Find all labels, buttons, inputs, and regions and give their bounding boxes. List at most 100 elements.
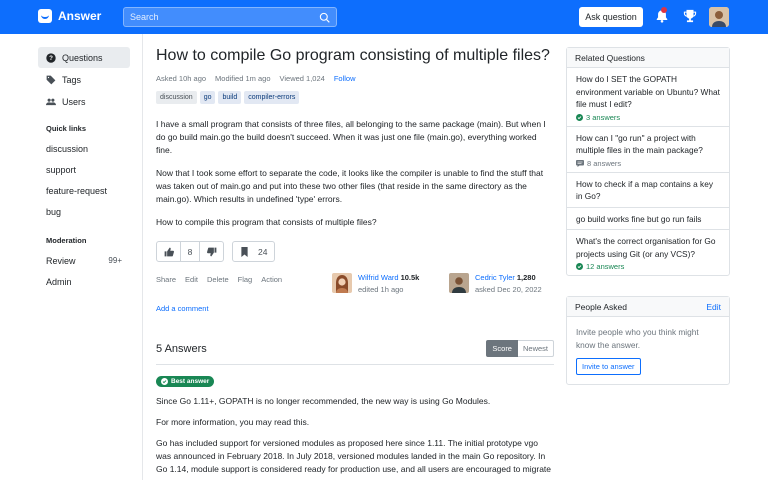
bookmark-icon	[241, 246, 248, 257]
question-paragraph: Now that I took some effort to separate …	[156, 168, 544, 204]
downvote-button[interactable]	[200, 242, 223, 261]
quick-links-heading: Quick links	[46, 124, 87, 133]
bookmark-button[interactable]: 24	[232, 241, 276, 262]
check-circle-icon	[576, 113, 583, 121]
answer-sort-toggle: Score Newest	[486, 340, 554, 357]
avatar-image-icon	[709, 7, 729, 27]
ask-question-button[interactable]: Ask question	[579, 7, 643, 27]
avatar-image-icon	[449, 273, 469, 293]
related-answer-count: 8 answers	[576, 159, 720, 168]
quick-link-bug[interactable]: bug	[38, 201, 130, 222]
related-question-item[interactable]: How do I SET the GOPATH environment vari…	[567, 68, 729, 127]
people-asked-title: People Asked	[575, 301, 627, 312]
related-question-title[interactable]: go build works fine but go run fails	[576, 213, 720, 226]
question-title[interactable]: How to compile Go program consisting of …	[156, 46, 554, 66]
answer-bubble-icon	[576, 159, 584, 167]
thumbs-down-icon	[206, 247, 216, 256]
quick-link-label: bug	[46, 206, 62, 217]
tag-icon	[46, 75, 56, 84]
related-question-title[interactable]: How to check if a map contains a key in …	[576, 178, 720, 203]
question-paragraph: How to compile this program that consist…	[156, 217, 377, 227]
quick-link-label: discussion	[46, 143, 89, 154]
follow-link[interactable]: Follow	[334, 74, 356, 83]
sidebar-item-users[interactable]: Users	[38, 91, 130, 112]
related-question-title[interactable]: How can I "go run" a project with multip…	[576, 132, 720, 157]
quick-link-feature-request[interactable]: feature-request	[38, 180, 130, 201]
search-input[interactable]	[124, 8, 336, 26]
moderation-label: Review	[46, 255, 76, 266]
invite-to-answer-button[interactable]: Invite to answer	[576, 358, 641, 375]
answer-count-label: 8 answers	[587, 158, 622, 168]
sidebar-item-label: Tags	[62, 74, 82, 85]
action-link[interactable]: Action	[261, 275, 282, 297]
related-questions-title: Related Questions	[575, 52, 645, 63]
question-body: I have a small program that consists of …	[156, 118, 554, 229]
tag-build[interactable]: build	[218, 91, 242, 104]
related-questions-header: Related Questions	[567, 48, 729, 68]
tag-go[interactable]: go	[199, 91, 216, 104]
tag-discussion[interactable]: discussion	[156, 91, 197, 104]
editor-avatar[interactable]	[332, 273, 352, 293]
brand-name: Answer	[58, 9, 102, 23]
moderation-label: Admin	[46, 276, 72, 287]
answer-logo-icon	[38, 9, 52, 23]
user-avatar[interactable]	[709, 7, 729, 27]
quick-link-support[interactable]: support	[38, 159, 130, 180]
delete-link[interactable]: Delete	[207, 275, 229, 297]
sidebar-item-tags[interactable]: Tags	[38, 69, 130, 90]
people-asked-edit-link[interactable]: Edit	[706, 302, 721, 312]
related-question-item[interactable]: How to check if a map contains a key in …	[567, 173, 729, 208]
trophy-icon[interactable]	[683, 9, 697, 23]
moderation-review-link[interactable]: Review 99+	[38, 250, 130, 271]
brand-logo[interactable]: Answer	[38, 9, 101, 23]
share-link[interactable]: Share	[156, 275, 176, 297]
related-question-item[interactable]: How can I "go run" a project with multip…	[567, 127, 729, 173]
answer-paragraph: Go has included support for versioned mo…	[156, 438, 552, 474]
upvote-button[interactable]	[157, 242, 180, 261]
related-question-item[interactable]: go build works fine but go run fails	[567, 208, 729, 230]
thumbs-up-icon	[164, 247, 174, 256]
answers-header: 5 Answers Score Newest	[156, 340, 554, 365]
quick-link-label: feature-request	[46, 185, 108, 196]
best-answer-label: Best answer	[171, 378, 210, 385]
flag-link[interactable]: Flag	[238, 275, 253, 297]
post-actions-row: Share Edit Delete Flag Action Wilfrid Wa…	[156, 273, 554, 297]
left-sidebar: ? Questions Tags Users Quick links discu…	[38, 47, 130, 292]
answer-count-label: 12 answers	[586, 262, 625, 271]
add-comment-link[interactable]: Add a comment	[156, 304, 554, 313]
top-navbar: Answer Ask question	[0, 0, 768, 34]
related-question-title[interactable]: What's the correct organisation for Go p…	[576, 235, 720, 260]
quick-link-discussion[interactable]: discussion	[38, 138, 130, 159]
sidebar-item-label: Questions	[62, 52, 103, 63]
edit-link[interactable]: Edit	[185, 275, 198, 297]
edited-time: edited 1h ago	[358, 285, 404, 294]
question-circle-icon: ?	[46, 52, 56, 63]
post-actions: Share Edit Delete Flag Action	[156, 273, 282, 297]
editor-reputation: 10.5k	[400, 273, 420, 282]
author-avatar[interactable]	[449, 273, 469, 293]
vote-group: 8	[156, 241, 224, 262]
moderation-admin-link[interactable]: Admin	[38, 271, 130, 292]
sidebar-item-questions[interactable]: ? Questions	[38, 47, 130, 68]
sort-newest-button[interactable]: Newest	[517, 340, 554, 357]
related-question-title[interactable]: How do I SET the GOPATH environment vari…	[576, 73, 720, 111]
answer-body: Since Go 1.11+, GOPATH is no longer reco…	[156, 395, 554, 476]
review-count-badge: 99+	[108, 256, 122, 265]
answers-count: 5 Answers	[156, 342, 207, 355]
asked-date: asked Dec 20, 2022	[475, 285, 542, 294]
people-asked-header: People Asked Edit	[567, 297, 729, 317]
check-circle-icon	[576, 263, 583, 270]
people-icon	[46, 98, 56, 105]
view-count: Viewed 1,024	[279, 74, 325, 83]
best-answer-badge: Best answer	[156, 376, 215, 387]
author-name[interactable]: Cedric Tyler	[475, 273, 515, 282]
quick-link-label: support	[46, 164, 77, 175]
related-question-item[interactable]: What's the correct organisation for Go p…	[567, 230, 729, 275]
editor-name[interactable]: Wilfrid Ward	[358, 273, 399, 282]
search-icon[interactable]	[319, 12, 330, 23]
tag-list: discussion go build compiler-errors	[156, 91, 554, 104]
sidebar-item-label: Users	[62, 96, 86, 107]
tag-compiler-errors[interactable]: compiler-errors	[244, 91, 300, 104]
vote-count: 8	[180, 242, 200, 261]
sort-score-button[interactable]: Score	[486, 340, 518, 357]
